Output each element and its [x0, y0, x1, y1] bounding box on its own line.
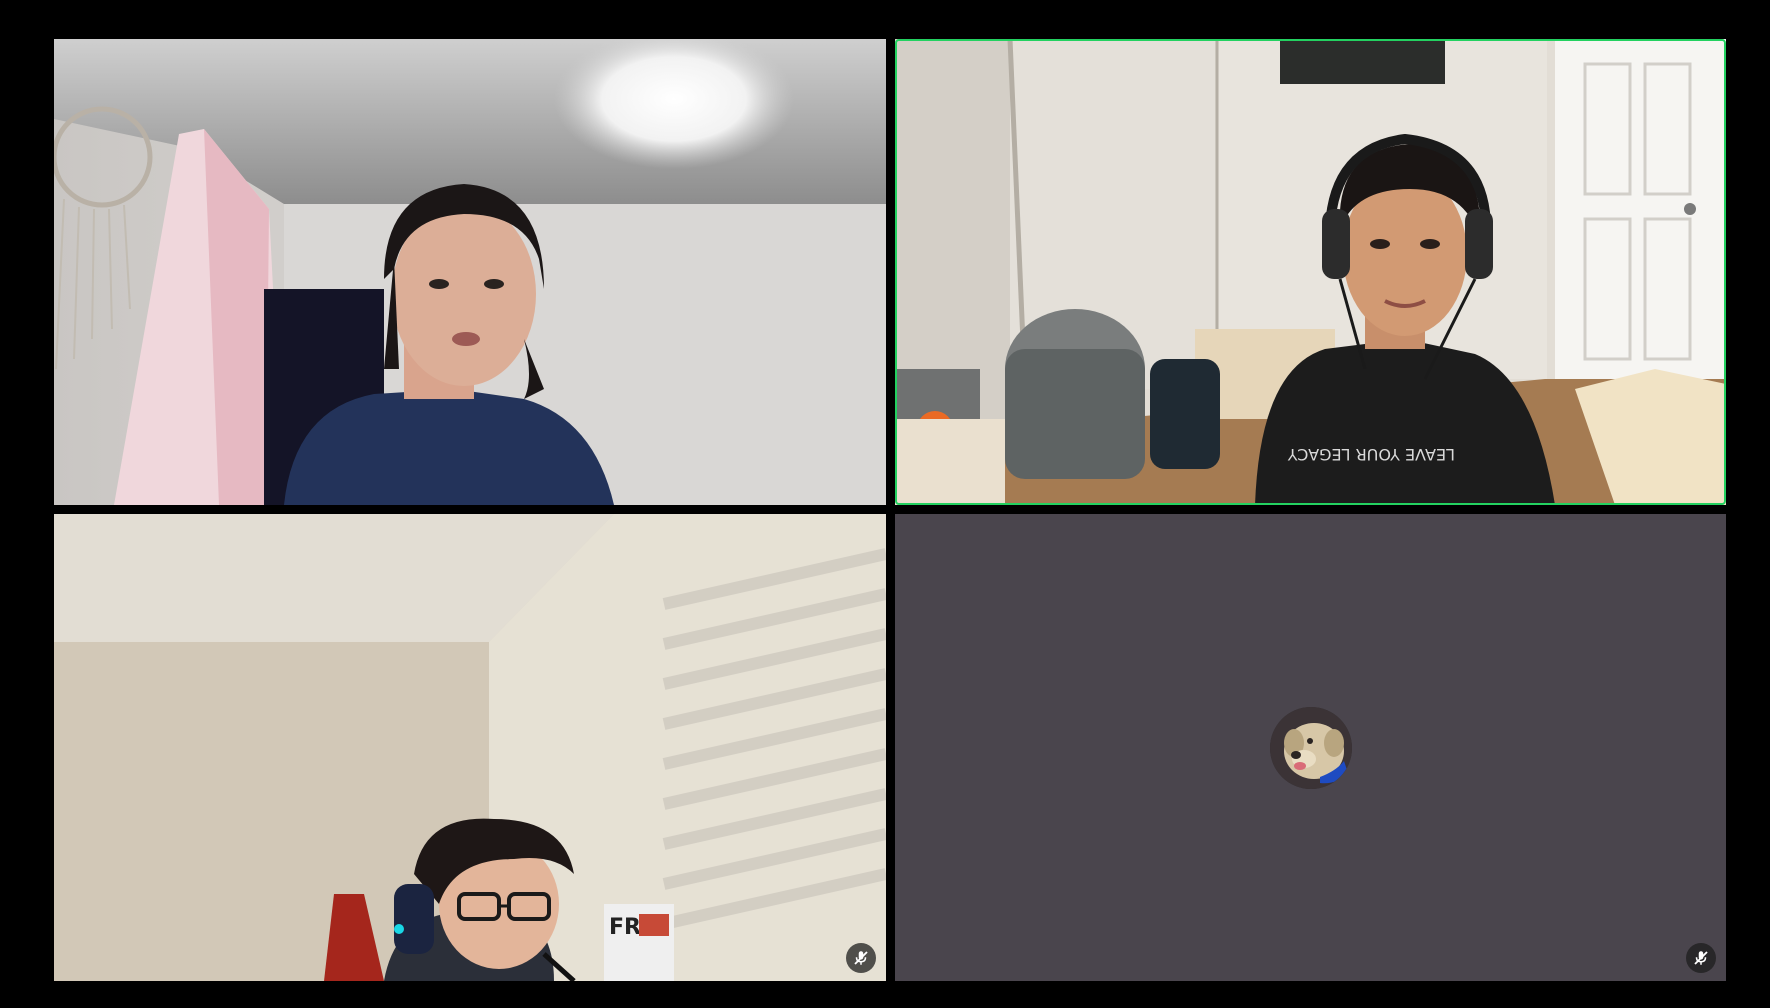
- dog-avatar: [1269, 706, 1352, 789]
- meeting-gallery-view: LEAVE YOUR LEGACY FR: [0, 0, 1770, 1008]
- participant-video-tile-1[interactable]: [54, 39, 886, 505]
- video-feed: LEAVE YOUR LEGACY: [895, 39, 1726, 505]
- mute-indicator: [846, 943, 876, 973]
- mute-indicator: [1686, 943, 1716, 973]
- participant-avatar-tile-4[interactable]: [895, 514, 1726, 981]
- mic-muted-icon: [1694, 951, 1708, 965]
- video-feed: [54, 39, 886, 505]
- participant-video-tile-2[interactable]: LEAVE YOUR LEGACY: [895, 39, 1726, 505]
- video-feed: FR: [54, 514, 886, 981]
- mic-muted-icon: [854, 951, 868, 965]
- participant-video-tile-3[interactable]: FR: [54, 514, 886, 981]
- svg-text:LEAVE YOUR LEGACY: LEAVE YOUR LEGACY: [1288, 445, 1455, 464]
- profile-picture: [1269, 706, 1352, 789]
- svg-text:FR: FR: [609, 915, 641, 940]
